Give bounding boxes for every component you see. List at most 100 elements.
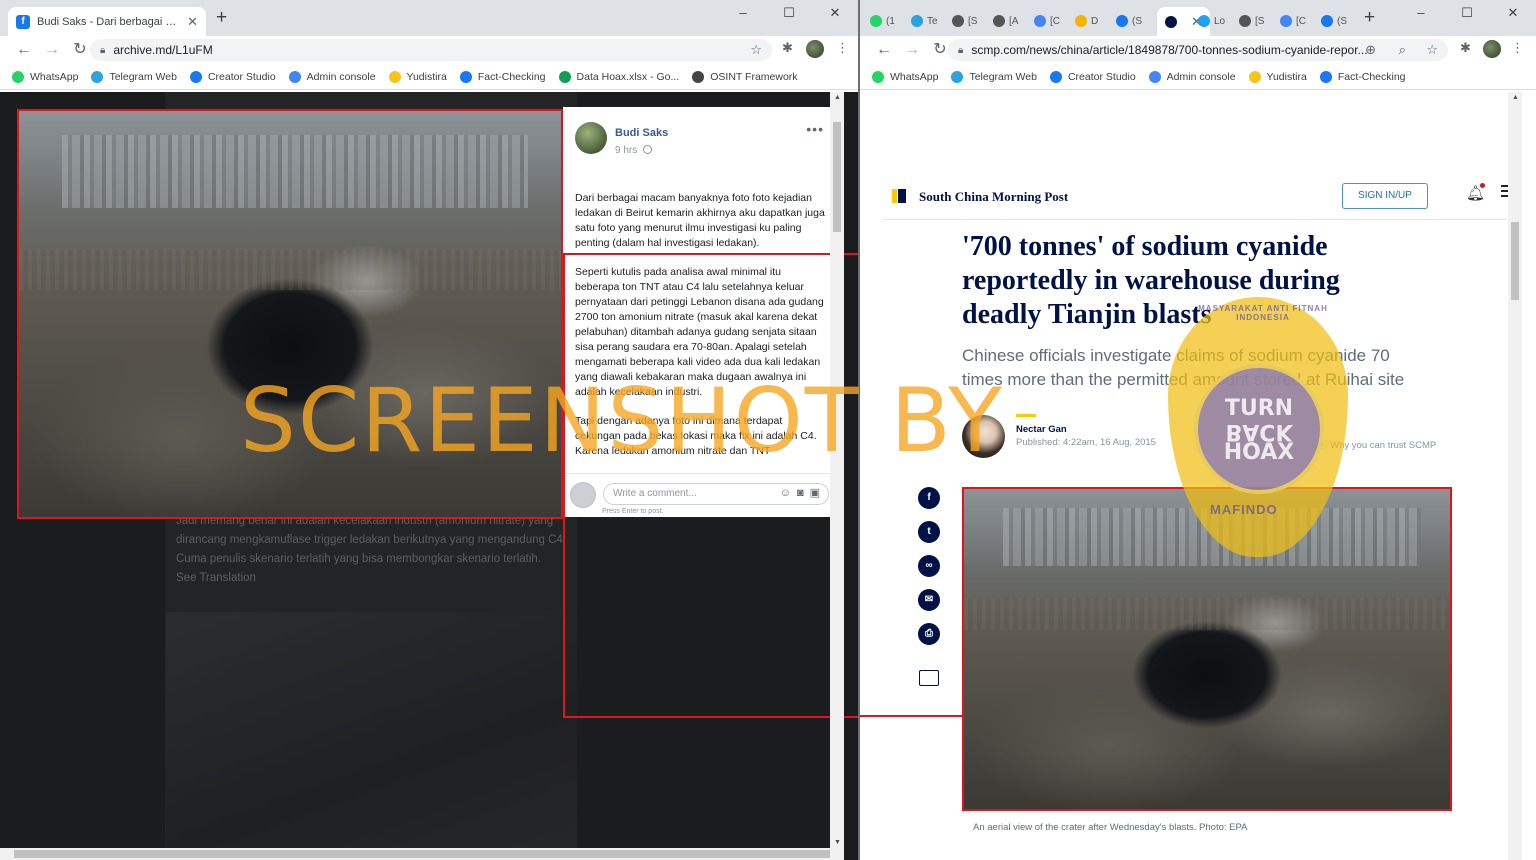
bookmark-admin-console[interactable]: Admin console [288, 70, 376, 83]
address-bar[interactable]: 🔒︎ scmp.com/news/china/article/1849878/7… [948, 39, 1448, 61]
back-button[interactable]: ← [10, 36, 38, 64]
telegram-icon [91, 70, 104, 83]
bookmark-telegram-web[interactable]: Telegram Web [91, 70, 177, 83]
forward-button[interactable]: → [898, 36, 926, 64]
menu-kebab-icon[interactable]: ⋮ [836, 40, 849, 56]
site-logo[interactable]: South China Morning Post [919, 189, 1068, 205]
tab-facebook-post[interactable]: f Budi Saks - Dari berbagai macam ✕ [8, 7, 206, 36]
scrollbar-thumb[interactable] [1511, 222, 1519, 300]
extensions-icon[interactable]: ✱ [1460, 40, 1471, 56]
bookmark-label: Creator Studio [1067, 70, 1136, 83]
pikachu-icon [388, 70, 401, 83]
tab-5[interactable]: D [1075, 10, 1098, 32]
tab-label: (S [1132, 15, 1142, 27]
bookmark-telegram-web[interactable]: Telegram Web [951, 70, 1037, 83]
minimize-button[interactable]: – [1398, 5, 1444, 21]
bookmark-fact-checking[interactable]: Fact-Checking [1319, 70, 1406, 83]
menu-kebab-icon[interactable]: ⋮ [1511, 40, 1524, 56]
horizontal-scrollbar[interactable] [0, 848, 844, 860]
tab-favicon-icon [911, 15, 923, 27]
bookmark-label: Admin console [1166, 70, 1236, 83]
tab-label: [C [1296, 15, 1306, 27]
new-tab-button[interactable]: + [216, 8, 227, 28]
bookmark-creator-studio[interactable]: Creator Studio [1049, 70, 1136, 83]
tab-favicon-icon [870, 15, 882, 27]
facebook-share-icon[interactable]: f [918, 487, 940, 509]
sign-in-button[interactable]: SIGN IN/UP [1342, 183, 1428, 209]
post-time: 9 hrs [615, 145, 653, 156]
whatsapp-icon [872, 70, 884, 83]
more-options-icon[interactable]: ••• [806, 121, 824, 137]
right-window-controls: – ☐ ✕ [1398, 5, 1536, 21]
sheets-icon [558, 70, 571, 83]
bookmark-yudistira[interactable]: Yudistira [1248, 70, 1307, 83]
highlight-box-photo [962, 487, 1452, 811]
profile-avatar[interactable] [1483, 40, 1501, 58]
bookmark-star-icon[interactable]: ☆ [750, 42, 762, 58]
scroll-up-arrow[interactable]: ▲ [834, 94, 841, 101]
bookmark-yudistira[interactable]: Yudistira [388, 70, 447, 83]
bookmark-label: Telegram Web [969, 70, 1037, 83]
author-accent-bar [1016, 414, 1036, 417]
zoom-icon[interactable]: ⌕ [1399, 42, 1406, 58]
profile-avatar[interactable] [806, 40, 824, 58]
back-button[interactable]: ← [870, 36, 898, 64]
tab-6[interactable]: (S [1116, 10, 1142, 32]
bookmark-whatsapp[interactable]: WhatsApp [872, 70, 938, 83]
close-icon[interactable]: ✕ [187, 14, 198, 30]
comment-icon[interactable] [919, 670, 939, 686]
tab-label: Te [927, 15, 938, 27]
tab-3[interactable]: [A [993, 10, 1018, 32]
bookmark-whatsapp[interactable]: WhatsApp [12, 70, 78, 83]
vertical-scrollbar[interactable]: ▲ [1508, 92, 1522, 860]
link-share-icon[interactable]: ∞ [918, 555, 940, 577]
close-window-button[interactable]: ✕ [1490, 5, 1536, 21]
forward-button[interactable]: → [38, 36, 66, 64]
highlight-box-text [563, 253, 858, 718]
tab-2[interactable]: [S [952, 10, 977, 32]
published-date: Published: 4:22am, 16 Aug, 2015 [1016, 437, 1156, 448]
scrollbar-thumb[interactable] [14, 850, 830, 858]
bookmark-creator-studio[interactable]: Creator Studio [189, 70, 276, 83]
tab-favicon-icon [1116, 15, 1128, 27]
tab-10[interactable]: [C [1280, 10, 1306, 32]
tab-4[interactable]: [C [1034, 10, 1060, 32]
bookmark-label: Fact-Checking [1337, 70, 1406, 83]
scroll-down-arrow[interactable]: ▼ [834, 839, 841, 846]
url-text: archive.md/L1uFM [113, 43, 213, 57]
maximize-button[interactable]: ☐ [766, 5, 812, 21]
maximize-button[interactable]: ☐ [1444, 5, 1490, 21]
new-tab-button[interactable]: + [1364, 8, 1375, 28]
right-bookmarks-bar: WhatsApp Telegram Web Creator Studio Admin … [860, 64, 1536, 90]
bookmark-data-hoax-xlsx-go[interactable]: Data Hoax.xlsx - Go... [558, 70, 680, 83]
tab-8[interactable]: Lo [1198, 10, 1225, 32]
install-icon[interactable]: ⊕ [1365, 42, 1376, 58]
twitter-share-icon[interactable]: t [918, 521, 940, 543]
tab-0[interactable]: (1 [870, 10, 895, 32]
archived-facebook-page: Jadi memang benar ini adalah kecelakaan … [0, 92, 858, 860]
vertical-scrollbar[interactable]: ▲ ▼ [830, 92, 844, 860]
extensions-icon[interactable]: ✱ [782, 40, 793, 56]
post-author[interactable]: Budi Saks [615, 127, 668, 139]
tab-1[interactable]: Te [911, 10, 938, 32]
minimize-button[interactable]: – [720, 5, 766, 21]
bookmark-label: Data Hoax.xlsx - Go... [576, 70, 680, 83]
bookmark-admin-console[interactable]: Admin console [1148, 70, 1236, 83]
bookmark-label: Creator Studio [207, 70, 276, 83]
scrollbar-thumb[interactable] [833, 122, 841, 232]
avatar[interactable] [575, 122, 607, 154]
print-share-icon[interactable]: ⎙ [918, 623, 940, 645]
bookmark-label: Admin console [306, 70, 376, 83]
address-bar[interactable]: 🔒︎ archive.md/L1uFM ☆ [90, 39, 772, 61]
bookmark-fact-checking[interactable]: Fact-Checking [459, 70, 546, 83]
tab-9[interactable]: [S [1239, 10, 1264, 32]
tab-11[interactable]: (S [1321, 10, 1347, 32]
email-share-icon[interactable]: ✉ [918, 589, 940, 611]
facebook-icon [459, 70, 472, 83]
close-window-button[interactable]: ✕ [812, 5, 858, 21]
author-name[interactable]: Nectar Gan [1016, 424, 1067, 435]
bookmark-star-icon[interactable]: ☆ [1426, 42, 1438, 58]
tab-favicon-icon [1034, 15, 1046, 27]
bookmark-osint-framework[interactable]: OSINT Framework [692, 70, 798, 83]
scroll-up-arrow[interactable]: ▲ [1512, 94, 1519, 101]
